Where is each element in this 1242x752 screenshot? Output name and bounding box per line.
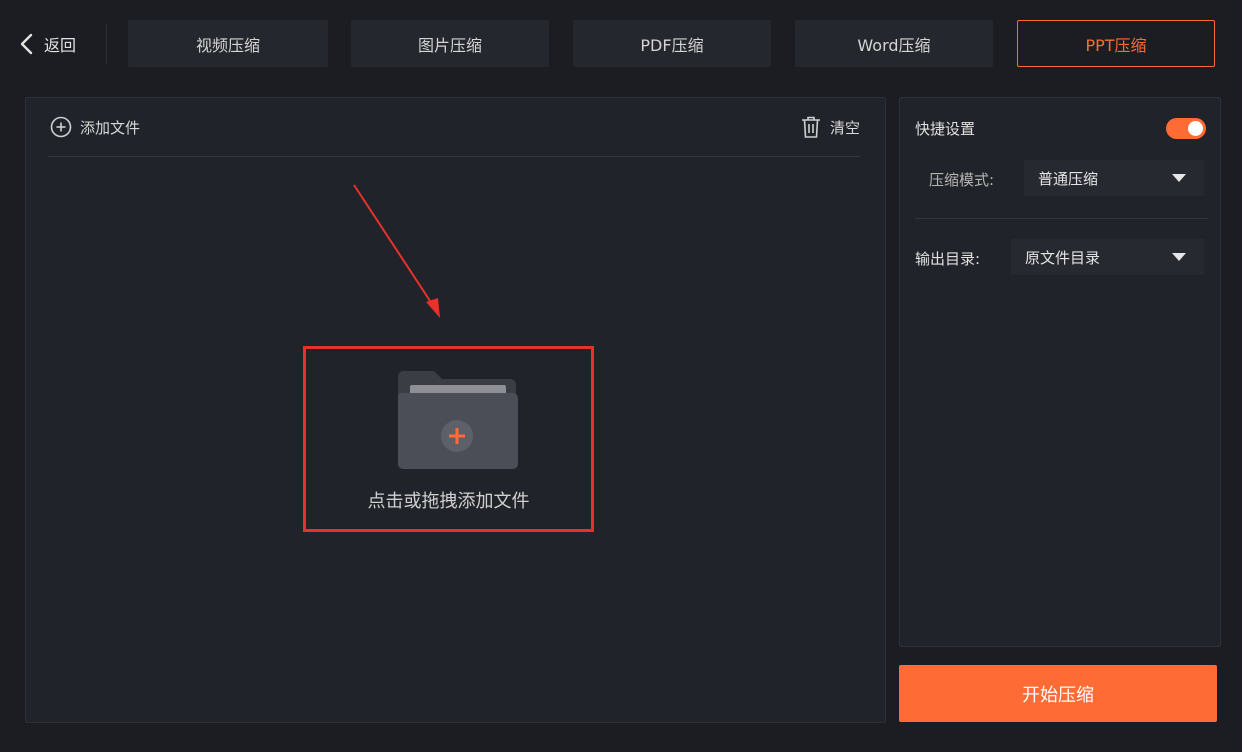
output-dir-value: 原文件目录 xyxy=(1025,248,1101,267)
tab-label: Word压缩 xyxy=(857,35,931,55)
compress-mode-select[interactable]: 普通压缩 xyxy=(1024,160,1204,196)
drop-zone[interactable]: 点击或拖拽添加文件 xyxy=(303,346,594,532)
compress-mode-value: 普通压缩 xyxy=(1038,169,1099,188)
caret-down-icon xyxy=(1172,253,1186,261)
folder-plus-icon xyxy=(398,371,518,469)
add-file-label: 添加文件 xyxy=(80,118,141,137)
tab-label: PPT压缩 xyxy=(1085,35,1147,55)
tab-word-compress[interactable]: Word压缩 xyxy=(795,20,993,67)
settings-panel: 快捷设置 压缩模式: 普通压缩 输出目录: 原文件目录 xyxy=(899,97,1221,647)
plus-circle-icon xyxy=(50,116,72,138)
quick-settings-toggle[interactable] xyxy=(1166,118,1206,139)
annotation-arrow xyxy=(353,184,440,318)
tab-pdf-compress[interactable]: PDF压缩 xyxy=(573,20,771,67)
app-window: 返回 视频压缩 图片压缩 PDF压缩 Word压缩 PPT压缩 添加文件 清空 … xyxy=(0,0,1242,752)
back-button[interactable]: 返回 xyxy=(18,26,76,62)
tab-ppt-compress[interactable]: PPT压缩 xyxy=(1017,20,1215,67)
start-compress-button[interactable]: 开始压缩 xyxy=(899,665,1217,722)
tab-image-compress[interactable]: 图片压缩 xyxy=(351,20,549,67)
drop-zone-text: 点击或拖拽添加文件 xyxy=(367,491,530,512)
divider xyxy=(106,24,107,64)
divider xyxy=(915,218,1208,219)
file-panel-toolbar: 添加文件 清空 xyxy=(48,98,860,157)
clear-label: 清空 xyxy=(829,118,860,137)
compress-mode-label: 压缩模式: xyxy=(929,171,995,189)
back-label: 返回 xyxy=(44,36,77,55)
tab-label: 图片压缩 xyxy=(417,35,482,55)
tab-label: PDF压缩 xyxy=(640,35,704,55)
tab-label: 视频压缩 xyxy=(195,35,260,55)
tab-video-compress[interactable]: 视频压缩 xyxy=(128,20,328,67)
caret-down-icon xyxy=(1172,174,1186,182)
clear-button[interactable]: 清空 xyxy=(800,115,860,139)
add-file-button[interactable]: 添加文件 xyxy=(50,116,140,138)
trash-icon xyxy=(801,116,820,138)
output-dir-select[interactable]: 原文件目录 xyxy=(1011,239,1204,275)
quick-settings-label: 快捷设置 xyxy=(915,120,976,138)
chevron-left-icon xyxy=(20,33,33,55)
output-dir-label: 输出目录: xyxy=(915,250,981,268)
